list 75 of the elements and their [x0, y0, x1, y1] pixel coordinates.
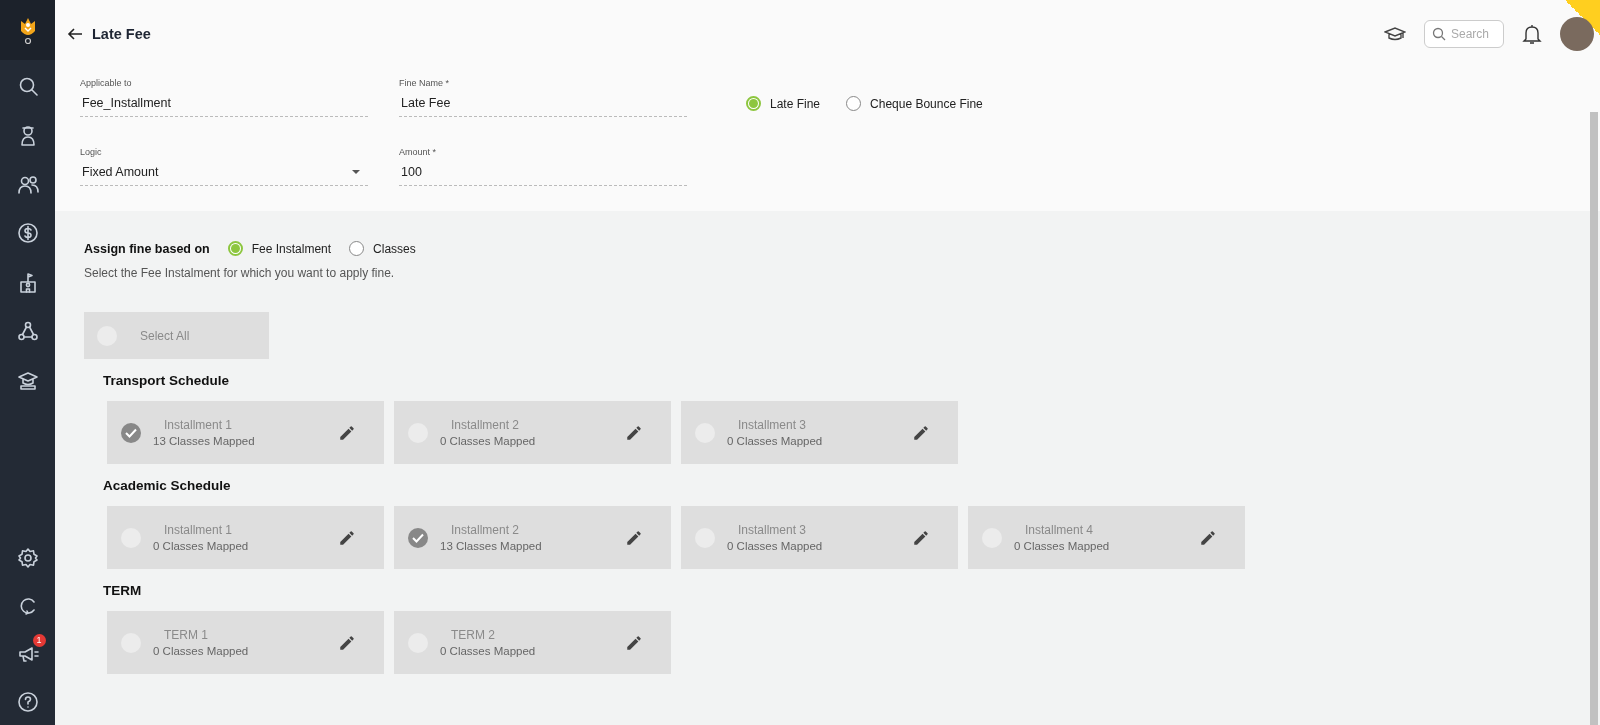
- radio-button[interactable]: [746, 96, 761, 111]
- classes-mapped-text: 13 Classes Mapped: [440, 540, 543, 552]
- help-icon[interactable]: [16, 691, 39, 713]
- checkbox[interactable]: [121, 422, 141, 443]
- people-icon[interactable]: [16, 173, 39, 195]
- notification-badge: 1: [32, 634, 46, 647]
- installment-title: Installment 1: [163, 418, 234, 432]
- input-field[interactable]: Late Fee: [399, 92, 687, 117]
- pencil-icon[interactable]: [625, 423, 643, 442]
- pencil-icon[interactable]: [338, 423, 356, 442]
- classes-mapped-text: 0 Classes Mapped: [440, 645, 537, 657]
- installment-card[interactable]: TERM 1 0 Classes Mapped: [107, 611, 384, 674]
- installment-title: TERM 1: [163, 628, 209, 642]
- pencil-icon[interactable]: [625, 528, 643, 547]
- classes-mapped-text: 0 Classes Mapped: [727, 540, 824, 552]
- classes-mapped-text: 0 Classes Mapped: [153, 645, 250, 657]
- installment-title: Installment 2: [450, 418, 521, 432]
- pencil-icon[interactable]: [1199, 528, 1217, 547]
- installment-card[interactable]: TERM 2 0 Classes Mapped: [394, 611, 671, 674]
- graduation-cap-icon[interactable]: [16, 369, 39, 391]
- schedule-heading: Academic Schedule: [103, 478, 232, 493]
- pencil-icon[interactable]: [912, 423, 930, 442]
- installment-title: Installment 4: [1024, 523, 1095, 537]
- radio-button[interactable]: [349, 241, 365, 256]
- field-label: Applicable to: [80, 78, 133, 90]
- radio-button[interactable]: [227, 241, 243, 256]
- installment-card[interactable]: Installment 2 13 Classes Mapped: [394, 506, 671, 569]
- installment-card[interactable]: Installment 1 13 Classes Mapped: [107, 401, 384, 464]
- installment-card[interactable]: Installment 3 0 Classes Mapped: [681, 401, 958, 464]
- radio-label[interactable]: Classes: [373, 241, 416, 256]
- installment-card[interactable]: Installment 2 0 Classes Mapped: [394, 401, 671, 464]
- input-field[interactable]: 100: [399, 161, 687, 186]
- installment-card[interactable]: Installment 3 0 Classes Mapped: [681, 506, 958, 569]
- field-label: Fine Name *: [399, 78, 451, 90]
- radio-button[interactable]: [846, 96, 862, 111]
- installment-title: Installment 1: [163, 523, 234, 537]
- installment-title: TERM 2: [450, 628, 496, 642]
- checkbox[interactable]: [408, 527, 428, 548]
- schedule-heading: TERM: [103, 583, 143, 598]
- schedule-heading: Transport Schedule: [103, 373, 231, 388]
- instruction-text: Select the Fee Instalment for which you want to apply fine.: [84, 266, 396, 280]
- radio-label[interactable]: Fee Instalment: [251, 241, 332, 256]
- bell-icon[interactable]: [1522, 23, 1542, 45]
- radio-label[interactable]: Cheque Bounce Fine: [870, 96, 983, 111]
- installment-title: Installment 3: [737, 418, 808, 432]
- assign-label: Assign fine based on: [84, 241, 210, 256]
- pencil-icon[interactable]: [912, 528, 930, 547]
- classes-mapped-text: 0 Classes Mapped: [1014, 540, 1111, 552]
- scrollbar[interactable]: [1590, 112, 1598, 725]
- avatar[interactable]: [1560, 17, 1594, 51]
- field-label: Logic: [80, 147, 103, 159]
- field-label: Amount *: [399, 147, 438, 159]
- installment-title: Installment 3: [737, 523, 808, 537]
- settings-icon[interactable]: [16, 547, 39, 569]
- check-icon: [125, 427, 137, 438]
- pencil-icon[interactable]: [338, 528, 356, 547]
- pencil-icon[interactable]: [338, 633, 356, 652]
- installment-card[interactable]: Installment 1 0 Classes Mapped: [107, 506, 384, 569]
- classes-mapped-text: 13 Classes Mapped: [153, 435, 256, 447]
- back-arrow-icon[interactable]: [67, 26, 83, 42]
- search-field[interactable]: Search: [1424, 20, 1504, 48]
- input-field[interactable]: Fee_Installment: [80, 92, 368, 117]
- select-all-card[interactable]: Select All: [84, 312, 269, 359]
- page-title: Late Fee: [92, 26, 151, 42]
- classes-mapped-text: 0 Classes Mapped: [727, 435, 824, 447]
- pencil-icon[interactable]: [625, 633, 643, 652]
- radio-label[interactable]: Late Fine: [770, 96, 821, 111]
- classes-mapped-text: 0 Classes Mapped: [440, 435, 537, 447]
- installment-card[interactable]: Installment 4 0 Classes Mapped: [968, 506, 1245, 569]
- dropdown-field[interactable]: Fixed Amount: [80, 161, 368, 186]
- check-icon: [412, 532, 424, 543]
- network-icon[interactable]: [16, 320, 39, 342]
- classes-mapped-text: 0 Classes Mapped: [153, 540, 250, 552]
- dollar-icon[interactable]: [16, 222, 39, 244]
- installment-title: Installment 2: [450, 523, 521, 537]
